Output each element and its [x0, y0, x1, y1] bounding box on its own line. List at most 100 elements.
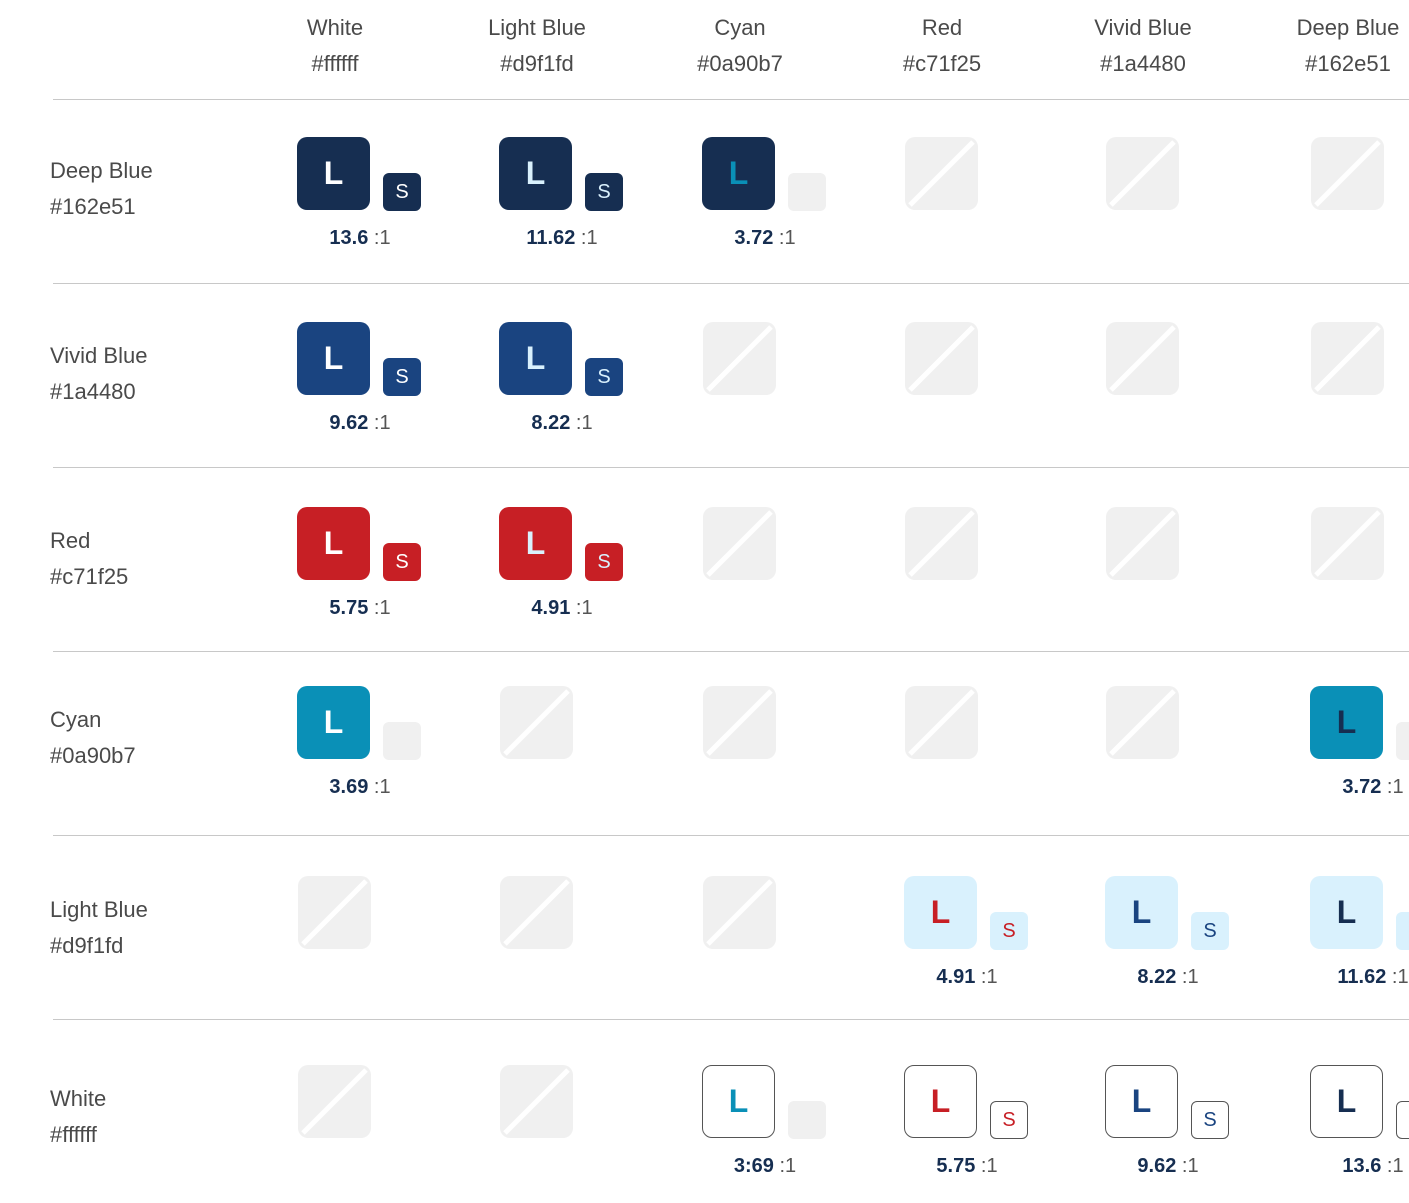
- ratio-value: 4.91: [936, 966, 976, 988]
- ratio-suffix: :1: [373, 412, 391, 434]
- ratio-value: 5.75: [936, 1155, 976, 1177]
- ratio-value: 8.22: [1137, 966, 1177, 988]
- contrast-ratio: 4.91 :1: [462, 597, 662, 620]
- small-text-swatch-empty: [788, 173, 826, 211]
- not-applicable-icon: [703, 322, 776, 395]
- ratio-suffix: :1: [1386, 1155, 1404, 1177]
- small-text-swatch: S: [585, 543, 623, 581]
- row-hex: #0a90b7: [50, 743, 136, 768]
- not-applicable-icon: [905, 507, 978, 580]
- ratio-suffix: :1: [779, 1155, 797, 1177]
- column-name: Light Blue: [488, 15, 586, 40]
- ratio-suffix: :1: [373, 597, 391, 619]
- row-name: Vivid Blue: [50, 343, 148, 368]
- large-text-swatch: L: [1310, 686, 1383, 759]
- row-hex: #162e51: [50, 194, 136, 219]
- column-header: Vivid Blue #1a4480: [1043, 10, 1243, 82]
- ratio-suffix: :1: [373, 776, 391, 798]
- row-name: White: [50, 1086, 107, 1111]
- small-text-swatch: S: [383, 358, 421, 396]
- ratio-value: 3.69: [329, 776, 369, 798]
- column-name: Vivid Blue: [1094, 15, 1192, 40]
- large-text-swatch: L: [904, 1065, 977, 1138]
- column-hex: #1a4480: [1100, 51, 1186, 76]
- not-applicable-icon: [1106, 322, 1179, 395]
- small-text-swatch: S: [383, 173, 421, 211]
- large-text-swatch: L: [1105, 1065, 1178, 1138]
- large-text-swatch: L: [297, 507, 370, 580]
- large-text-swatch: L: [499, 137, 572, 210]
- contrast-ratio: 9.62 :1: [260, 412, 460, 435]
- small-text-swatch: S: [1396, 1101, 1409, 1139]
- row-divider: [53, 835, 1409, 836]
- row-header: Vivid Blue #1a4480: [50, 338, 147, 410]
- column-hex: #c71f25: [902, 51, 982, 76]
- row-header: Light Blue #d9f1fd: [50, 892, 148, 964]
- ratio-suffix: :1: [1391, 966, 1409, 988]
- row-name: Cyan: [50, 707, 102, 732]
- contrast-ratio: 11.62 :1: [462, 227, 662, 250]
- row-divider: [53, 651, 1409, 652]
- not-applicable-icon: [1106, 686, 1179, 759]
- contrast-ratio: 3.69 :1: [260, 776, 460, 799]
- small-text-swatch: S: [1191, 1101, 1229, 1139]
- column-header: Red #c71f25: [842, 10, 1042, 82]
- large-text-swatch: L: [499, 507, 572, 580]
- ratio-suffix: :1: [580, 227, 598, 249]
- row-divider: [53, 99, 1409, 100]
- column-name: Cyan: [714, 15, 766, 40]
- small-text-swatch: S: [1396, 912, 1409, 950]
- column-hex: #0a90b7: [697, 51, 783, 76]
- column-header: Light Blue #d9f1fd: [437, 10, 637, 82]
- large-text-swatch: L: [499, 322, 572, 395]
- small-text-swatch-empty: [1396, 722, 1409, 760]
- large-text-swatch: L: [1310, 876, 1383, 949]
- contrast-ratio: 3:69 :1: [665, 1155, 865, 1178]
- column-header: Cyan #0a90b7: [640, 10, 840, 82]
- column-hex: #ffffff: [311, 51, 359, 76]
- not-applicable-icon: [1311, 507, 1384, 580]
- ratio-value: 3.72: [734, 227, 774, 249]
- contrast-ratio: 5.75 :1: [867, 1155, 1067, 1178]
- ratio-value: 13.6: [1342, 1155, 1382, 1177]
- large-text-swatch: L: [904, 876, 977, 949]
- contrast-ratio: 8.22 :1: [462, 412, 662, 435]
- contrast-ratio: 11.62 :1: [1273, 966, 1409, 989]
- not-applicable-icon: [703, 876, 776, 949]
- large-text-swatch: L: [1310, 1065, 1383, 1138]
- large-text-swatch: L: [297, 686, 370, 759]
- contrast-ratio: 5.75 :1: [260, 597, 460, 620]
- column-name: White: [306, 15, 364, 40]
- ratio-value: 3:69: [733, 1155, 774, 1177]
- not-applicable-icon: [1106, 507, 1179, 580]
- row-header: Cyan #0a90b7: [50, 702, 136, 774]
- column-name: Deep Blue: [1296, 15, 1400, 40]
- ratio-suffix: :1: [980, 1155, 998, 1177]
- large-text-swatch: L: [297, 322, 370, 395]
- small-text-swatch-empty: [788, 1101, 826, 1139]
- row-hex: #ffffff: [50, 1122, 97, 1147]
- ratio-value: 4.91: [531, 597, 571, 619]
- column-hex: #162e51: [1305, 51, 1391, 76]
- not-applicable-icon: [1106, 137, 1179, 210]
- column-name: Red: [921, 15, 963, 40]
- not-applicable-icon: [905, 686, 978, 759]
- column-header: White #ffffff: [235, 10, 435, 82]
- contrast-ratio: 3.72 :1: [1273, 776, 1409, 799]
- contrast-ratio: 4.91 :1: [867, 966, 1067, 989]
- small-text-swatch: S: [1191, 912, 1229, 950]
- large-text-swatch: L: [1105, 876, 1178, 949]
- contrast-ratio: 8.22 :1: [1068, 966, 1268, 989]
- ratio-value: 9.62: [329, 412, 369, 434]
- small-text-swatch: S: [990, 1101, 1028, 1139]
- row-header: Red #c71f25: [50, 523, 128, 595]
- ratio-suffix: :1: [575, 412, 593, 434]
- row-name: Deep Blue: [50, 158, 153, 183]
- row-divider: [53, 283, 1409, 284]
- ratio-suffix: :1: [980, 966, 998, 988]
- ratio-suffix: :1: [778, 227, 796, 249]
- not-applicable-icon: [703, 507, 776, 580]
- small-text-swatch-empty: [383, 722, 421, 760]
- not-applicable-icon: [500, 1065, 573, 1138]
- large-text-swatch: L: [702, 1065, 775, 1138]
